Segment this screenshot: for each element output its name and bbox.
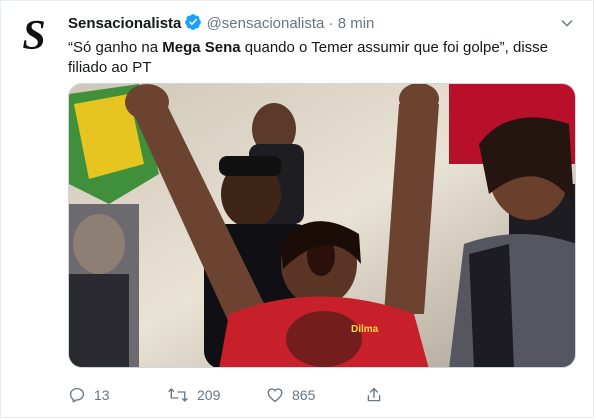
chevron-down-icon[interactable] — [559, 15, 575, 36]
retweet-icon — [168, 388, 188, 402]
separator: · — [328, 15, 334, 32]
tweet-text: “Só ganho na Mega Sena quando o Temer as… — [68, 38, 568, 78]
avatar[interactable]: S — [10, 10, 58, 58]
like-count: 865 — [292, 387, 316, 403]
reply-icon — [69, 387, 85, 403]
svg-text:S: S — [22, 13, 45, 57]
timestamp[interactable]: 8 min — [338, 15, 375, 32]
share-icon — [367, 387, 381, 402]
shirt-text: Dilma — [351, 324, 379, 335]
verified-badge-icon — [184, 13, 202, 37]
retweet-count: 209 — [197, 387, 221, 403]
tweet-actions: 13 209 865 — [68, 383, 508, 407]
like-action[interactable]: 865 — [266, 383, 315, 407]
display-name[interactable]: Sensacionalista — [68, 15, 181, 32]
user-handle[interactable]: @sensacionalista — [207, 15, 325, 32]
celebration-photo: Dilma — [69, 84, 575, 367]
retweet-action[interactable]: 209 — [167, 383, 220, 407]
tweet-header: Sensacionalista @sensacionalista · 8 min — [68, 13, 563, 37]
share-action[interactable] — [365, 383, 383, 407]
heart-icon — [267, 388, 283, 403]
reply-count: 13 — [94, 387, 110, 403]
tweet-text-bold: Mega Sena — [162, 39, 241, 56]
reply-action[interactable]: 13 — [68, 383, 110, 407]
tweet-text-part1: “Só ganho na — [68, 39, 163, 56]
sensacionalista-logo-icon: S — [22, 13, 45, 57]
tweet-photo[interactable]: Dilma — [68, 83, 576, 368]
tweet-card[interactable]: S Sensacionalista @sensacionalista · 8 m… — [0, 0, 594, 418]
